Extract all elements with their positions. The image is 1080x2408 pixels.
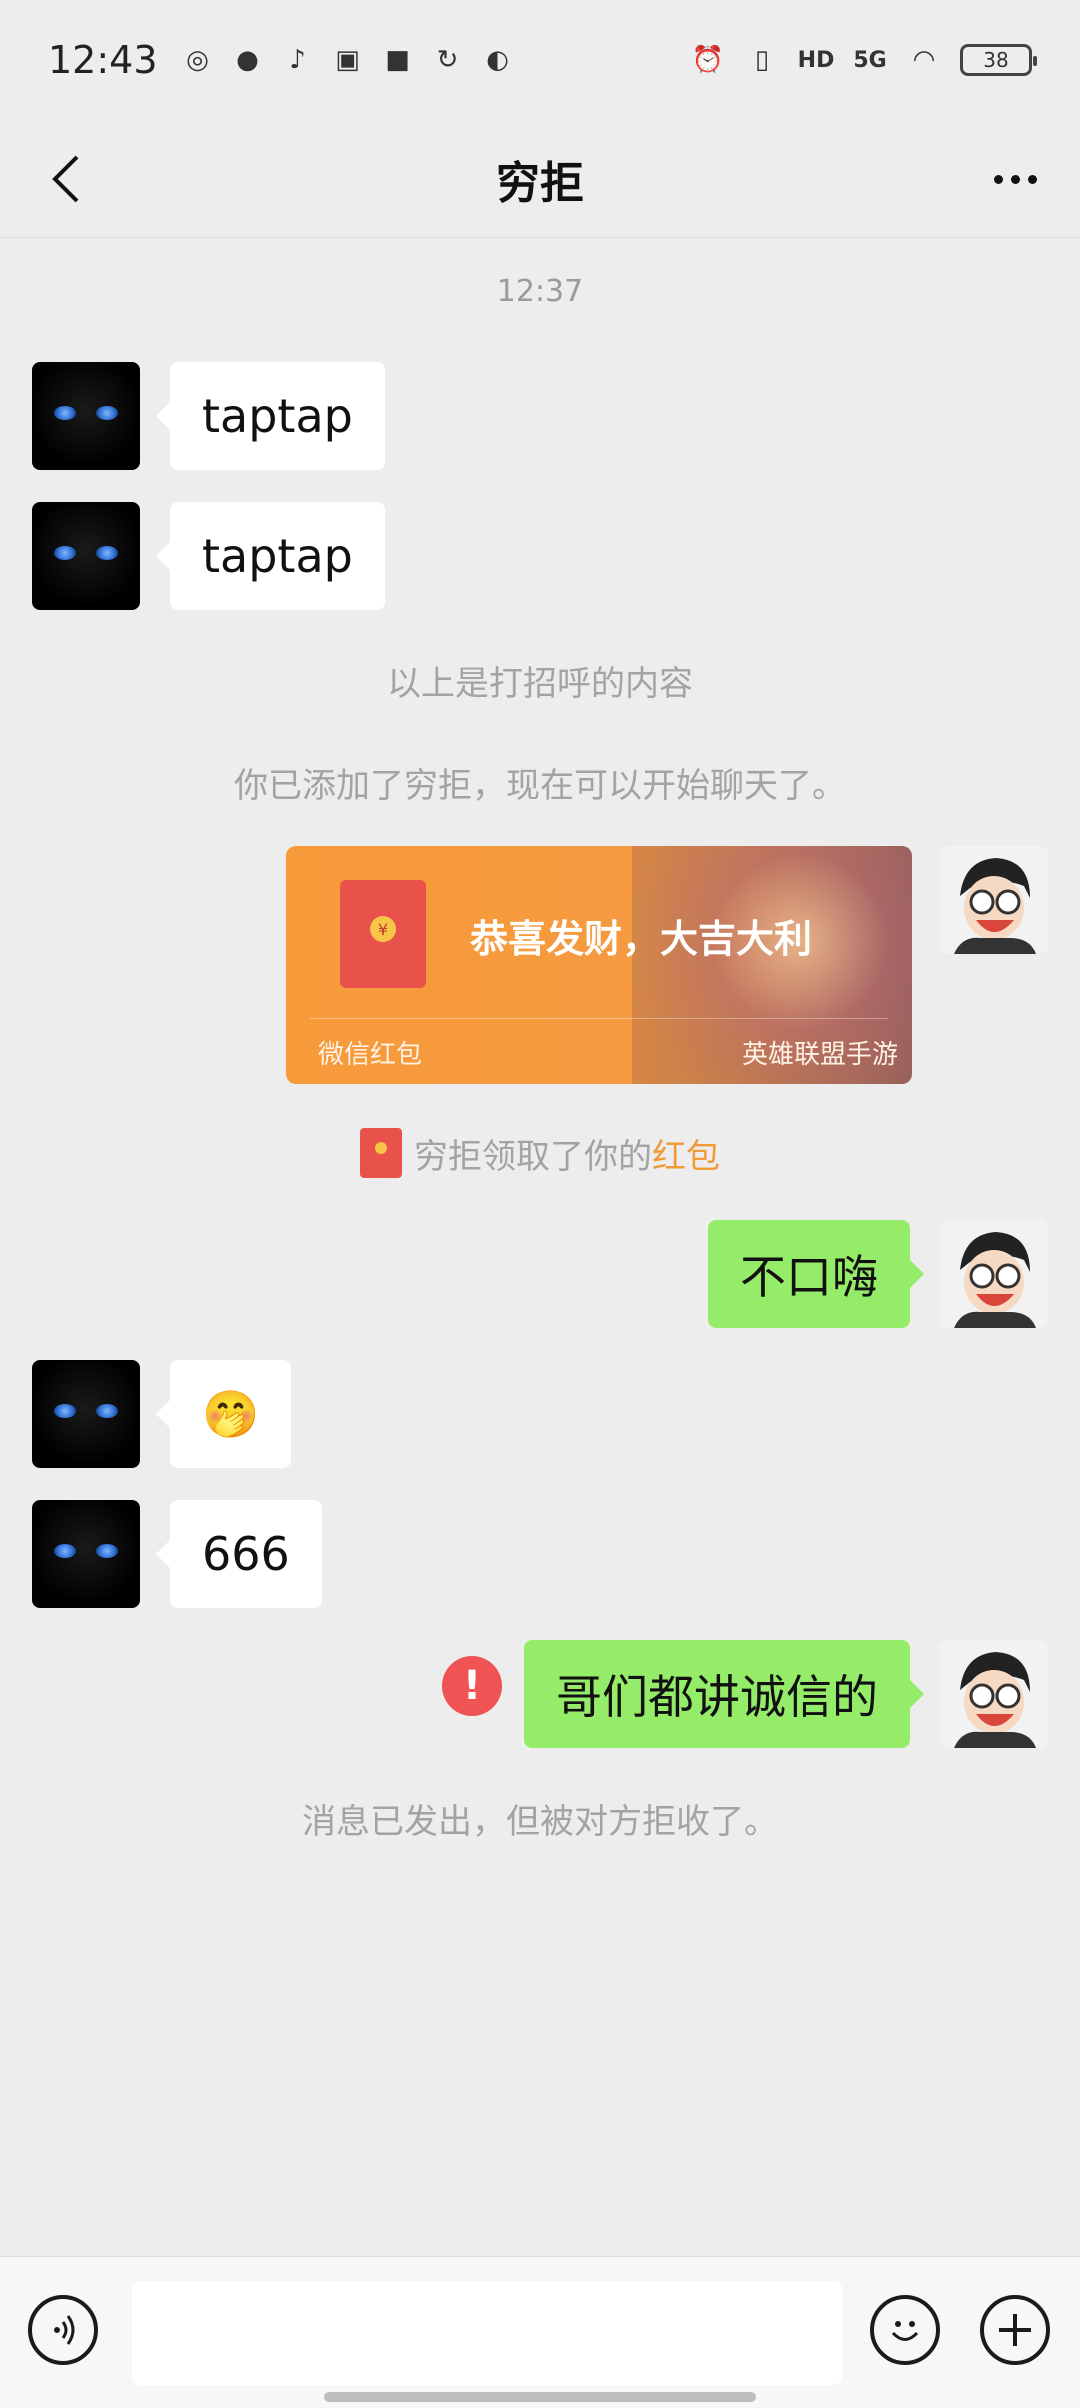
back-button[interactable] — [30, 144, 100, 214]
plus-icon — [999, 2314, 1031, 2346]
chat-title: 穷拒 — [496, 157, 584, 209]
status-time: 12:43 — [48, 38, 158, 82]
cat-eye — [96, 1544, 118, 1558]
chevron-left-icon — [52, 155, 79, 203]
system-message: 消息已发出，但被对方拒收了。 — [302, 1802, 778, 1842]
cartoon-face-icon — [940, 846, 1048, 954]
divider — [310, 1018, 888, 1019]
red-packet-type: 微信红包 — [318, 1040, 423, 1070]
more-dots-icon — [993, 174, 1003, 184]
cartoon-face-icon — [940, 1220, 1048, 1328]
weibo-icon: ◎ — [186, 45, 209, 75]
contact-avatar[interactable] — [32, 1500, 140, 1608]
red-packet-icon — [360, 1128, 402, 1178]
tiktok-icon: ♪ — [289, 45, 306, 75]
emoji-icon — [891, 2321, 919, 2341]
cat-eye — [54, 1404, 76, 1418]
coin-icon: ¥ — [370, 916, 396, 942]
red-packet-source: 英雄联盟手游 — [741, 1040, 898, 1070]
self-avatar[interactable] — [940, 1640, 1048, 1748]
red-packet-claimed-notice: 穷拒领取了你的红包 — [0, 1128, 1080, 1178]
system-icons: ⏰ ▯ HD 5G ◠ 38 — [690, 42, 1037, 78]
contact-avatar[interactable] — [32, 502, 140, 610]
message-input[interactable] — [132, 2281, 842, 2385]
cartoon-face-icon — [940, 1640, 1048, 1748]
red-packet-card[interactable]: ¥ 恭喜发财，大吉大利 微信红包 英雄联盟手游 — [286, 846, 912, 1084]
message-bubble[interactable]: 不口嗨 — [708, 1220, 924, 1328]
message-bubble[interactable]: taptap — [156, 502, 385, 610]
chat-area[interactable]: 12:37 taptap taptap 以上是打招呼的内容 你已添加了穷拒，现在… — [0, 238, 1080, 2248]
red-packet-link[interactable]: 红包 — [652, 1137, 720, 1177]
cat-eye — [96, 406, 118, 420]
vibrate-icon: ▯ — [754, 45, 770, 75]
contact-avatar[interactable] — [32, 1360, 140, 1468]
emoji-button[interactable] — [870, 2295, 940, 2365]
wechat-icon: ● — [236, 45, 259, 75]
cat-eye — [96, 1404, 118, 1418]
voice-icon — [54, 2315, 75, 2345]
red-envelope-icon: ¥ — [340, 880, 426, 988]
system-message: 你已添加了穷拒，现在可以开始聊天了。 — [234, 766, 846, 806]
message-bubble[interactable]: 哥们都讲诚信的 — [524, 1640, 924, 1748]
app-icon: ▣ — [335, 45, 360, 75]
input-bar — [0, 2256, 1080, 2408]
signal-icon: 5G — [853, 47, 887, 73]
app-icon-2: ■ — [385, 45, 410, 75]
cat-eye — [54, 1544, 76, 1558]
cat-eye — [96, 546, 118, 560]
wifi-icon: ◠ — [912, 45, 936, 75]
browser-icon: ◐ — [486, 45, 509, 75]
message-bubble[interactable]: 666 — [156, 1500, 322, 1608]
plus-button[interactable] — [980, 2295, 1050, 2365]
battery-icon: 38 — [960, 44, 1037, 76]
chat-header: 穷拒 — [0, 120, 1080, 238]
self-avatar[interactable] — [940, 846, 1048, 954]
cat-eye — [54, 406, 76, 420]
alarm-icon: ⏰ — [691, 45, 725, 75]
hd-icon: HD — [797, 47, 835, 73]
send-failed-icon[interactable]: ! — [442, 1656, 502, 1716]
voice-button[interactable] — [28, 2295, 98, 2365]
sync-icon: ↻ — [436, 45, 459, 75]
red-packet-greeting: 恭喜发财，大吉大利 — [470, 917, 813, 961]
claimed-text: 穷拒领取了你的红包 — [414, 1136, 720, 1177]
more-button[interactable] — [980, 144, 1050, 214]
home-indicator[interactable] — [324, 2392, 756, 2402]
message-timestamp: 12:37 — [496, 274, 584, 309]
emoji-message-bubble[interactable]: 🤭 — [155, 1360, 292, 1468]
status-bar: 12:43 ◎ ● ♪ ▣ ■ ↻ ◐ ⏰ ▯ HD 5G ◠ 38 — [0, 0, 1080, 120]
self-avatar[interactable] — [940, 1220, 1048, 1328]
system-message: 以上是打招呼的内容 — [387, 664, 693, 704]
cat-eye — [54, 546, 76, 560]
message-bubble[interactable]: taptap — [156, 362, 385, 470]
contact-avatar[interactable] — [32, 362, 140, 470]
notification-icons: ◎ ● ♪ ▣ ■ ↻ ◐ — [180, 42, 516, 78]
